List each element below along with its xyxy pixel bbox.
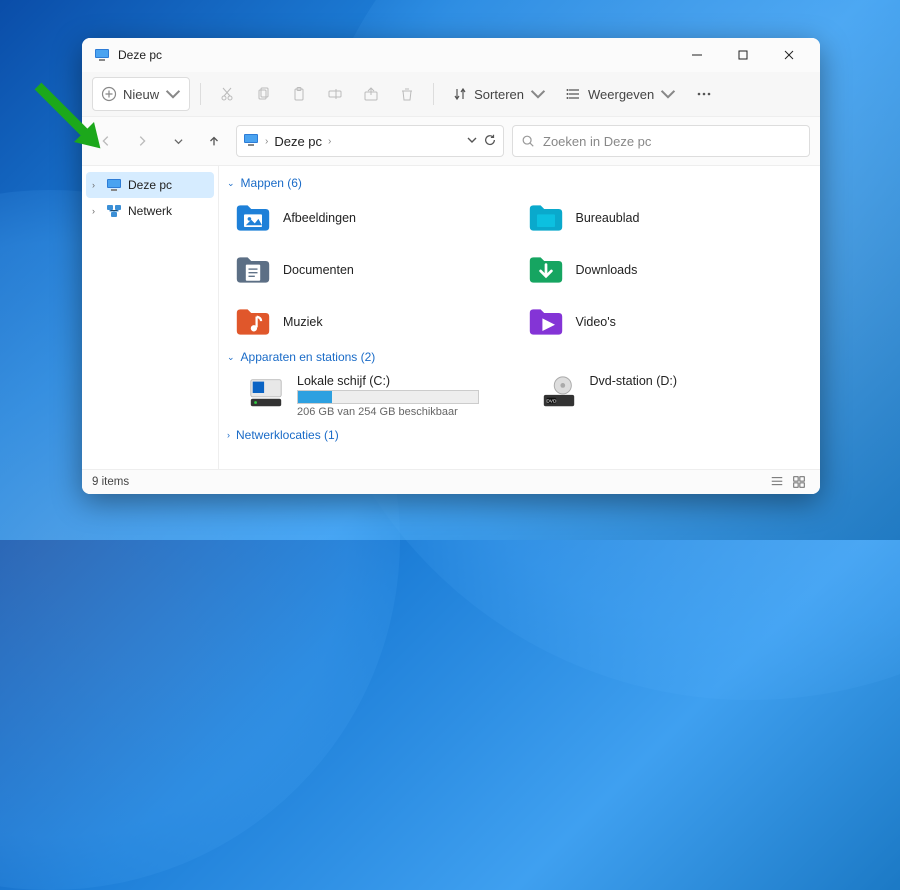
sidebar-item-label: Deze pc: [128, 178, 172, 192]
folder-label: Downloads: [576, 263, 638, 277]
sidebar-item-this-pc[interactable]: › Deze pc: [86, 172, 214, 198]
view-button-label: Weergeven: [588, 87, 654, 102]
chevron-down-icon: ⌄: [227, 352, 235, 363]
drive-item[interactable]: Lokale schijf (C:) 206 GB van 254 GB bes…: [235, 370, 516, 422]
folder-item[interactable]: Video's: [528, 300, 809, 344]
navigation-pane: › Deze pc › Netwerk: [82, 166, 219, 469]
folder-item[interactable]: Downloads: [528, 248, 809, 292]
search-placeholder: Zoeken in Deze pc: [543, 134, 651, 149]
share-button[interactable]: [355, 78, 387, 110]
section-header-network[interactable]: › Netwerklocaties (1): [223, 422, 808, 448]
this-pc-icon: [106, 177, 122, 193]
explorer-window: Deze pc Nieuw Sorteren Weergeven: [82, 38, 820, 494]
status-item-count: 9 items: [92, 476, 129, 488]
section-header-label: Mappen (6): [241, 176, 302, 190]
folder-item[interactable]: Documenten: [235, 248, 516, 292]
svg-text:DVD: DVD: [546, 399, 557, 405]
folder-label: Muziek: [283, 315, 323, 329]
sort-button[interactable]: Sorteren: [444, 78, 554, 110]
sidebar-item-network[interactable]: › Netwerk: [86, 198, 214, 224]
close-button[interactable]: [766, 38, 812, 72]
sort-button-label: Sorteren: [474, 87, 524, 102]
minimize-button[interactable]: [674, 38, 720, 72]
search-box[interactable]: Zoeken in Deze pc: [512, 125, 810, 157]
drive-icon: [247, 374, 285, 412]
drive-icon: DVD: [540, 374, 578, 412]
folder-item[interactable]: Afbeeldingen: [235, 196, 516, 240]
details-view-button[interactable]: [766, 473, 788, 491]
refresh-button[interactable]: [483, 133, 497, 150]
folder-label: Documenten: [283, 263, 354, 277]
folder-icon: [235, 252, 271, 288]
view-button[interactable]: Weergeven: [558, 78, 684, 110]
section-header-folders[interactable]: ⌄ Mappen (6): [223, 170, 808, 196]
navigation-bar: › Deze pc › Zoeken in Deze pc: [82, 117, 820, 166]
section-header-devices[interactable]: ⌄ Apparaten en stations (2): [223, 344, 808, 370]
chevron-down-icon: ⌄: [227, 178, 235, 189]
folder-icon: [528, 252, 564, 288]
this-pc-icon: [94, 47, 110, 63]
folder-item[interactable]: Muziek: [235, 300, 516, 344]
chevron-right-icon[interactable]: ›: [328, 136, 331, 147]
chevron-right-icon: ›: [265, 136, 268, 147]
back-button[interactable]: [92, 127, 120, 155]
forward-button[interactable]: [128, 127, 156, 155]
folder-label: Afbeeldingen: [283, 211, 356, 225]
address-dropdown[interactable]: [467, 133, 477, 150]
this-pc-icon: [243, 132, 259, 151]
address-bar[interactable]: › Deze pc ›: [236, 125, 504, 157]
cut-button[interactable]: [211, 78, 243, 110]
copy-button[interactable]: [247, 78, 279, 110]
new-button-label: Nieuw: [123, 87, 159, 102]
window-title: Deze pc: [118, 48, 162, 62]
maximize-button[interactable]: [720, 38, 766, 72]
folder-label: Bureaublad: [576, 211, 640, 225]
expand-icon[interactable]: ›: [92, 206, 100, 216]
network-icon: [106, 203, 122, 219]
delete-button[interactable]: [391, 78, 423, 110]
rename-button[interactable]: [319, 78, 351, 110]
chevron-right-icon: ›: [227, 430, 230, 440]
content-pane: ⌄ Mappen (6) Afbeeldingen Bureaublad Doc…: [219, 166, 820, 469]
up-button[interactable]: [200, 127, 228, 155]
drive-item[interactable]: DVD Dvd-station (D:): [528, 370, 809, 422]
new-button[interactable]: Nieuw: [92, 77, 190, 111]
breadcrumb-current[interactable]: Deze pc: [274, 134, 322, 149]
status-bar: 9 items: [82, 469, 820, 494]
drive-usage-bar: [297, 390, 479, 404]
expand-icon[interactable]: ›: [92, 180, 100, 190]
sidebar-item-label: Netwerk: [128, 204, 172, 218]
folder-icon: [528, 200, 564, 236]
history-dropdown[interactable]: [164, 127, 192, 155]
paste-button[interactable]: [283, 78, 315, 110]
more-button[interactable]: [688, 78, 720, 110]
drive-name: Lokale schijf (C:): [297, 374, 479, 388]
section-header-label: Apparaten en stations (2): [241, 350, 376, 364]
folder-icon: [528, 304, 564, 340]
titlebar: Deze pc: [82, 38, 820, 72]
drive-free-text: 206 GB van 254 GB beschikbaar: [297, 406, 479, 418]
thumbnails-view-button[interactable]: [788, 473, 810, 491]
search-icon: [521, 134, 535, 148]
drive-name: Dvd-station (D:): [590, 374, 678, 388]
section-header-label: Netwerklocaties (1): [236, 428, 339, 442]
command-toolbar: Nieuw Sorteren Weergeven: [82, 72, 820, 117]
folder-item[interactable]: Bureaublad: [528, 196, 809, 240]
folder-icon: [235, 200, 271, 236]
folder-label: Video's: [576, 315, 616, 329]
folder-icon: [235, 304, 271, 340]
